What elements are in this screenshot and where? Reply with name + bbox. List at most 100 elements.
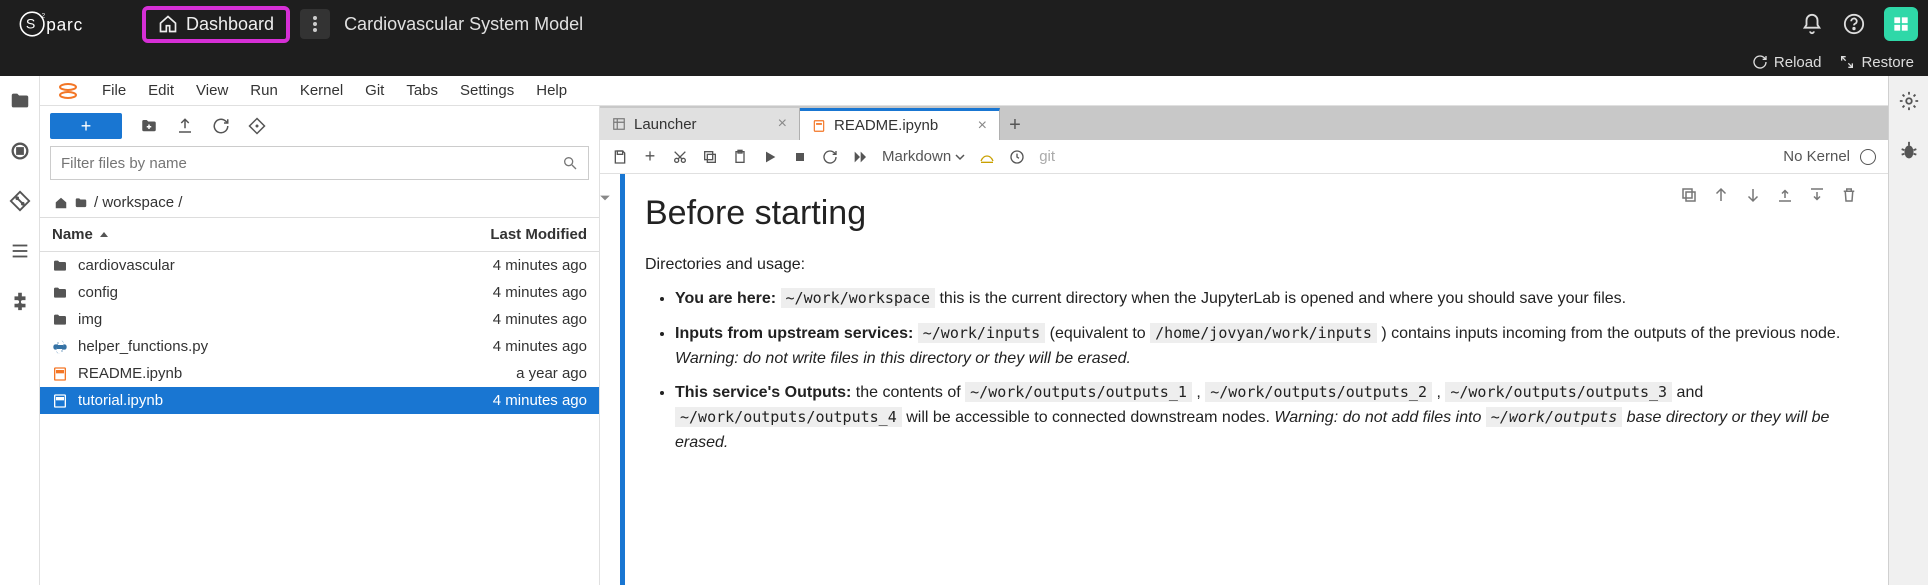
insert-above-icon[interactable]: [1776, 186, 1794, 204]
menu-git[interactable]: Git: [365, 82, 384, 99]
git-icon[interactable]: [9, 190, 31, 212]
reload-label: Reload: [1774, 54, 1822, 71]
launcher-icon: [612, 117, 626, 131]
running-icon[interactable]: [9, 140, 31, 162]
file-row[interactable]: helper_functions.py 4 minutes ago: [40, 333, 599, 360]
celltype-select[interactable]: Markdown: [882, 148, 965, 165]
file-row[interactable]: README.ipynba year ago: [40, 360, 599, 387]
col-name[interactable]: Name: [52, 226, 93, 243]
file-row[interactable]: config 4 minutes ago: [40, 279, 599, 306]
extension-icon[interactable]: [9, 290, 31, 312]
jupyter-icon: [56, 79, 80, 103]
user-avatar[interactable]: [1884, 7, 1918, 41]
reload-icon: [1752, 54, 1768, 70]
kernel-name[interactable]: No Kernel: [1783, 148, 1850, 165]
menu-edit[interactable]: Edit: [148, 82, 174, 99]
git-label[interactable]: git: [1039, 148, 1055, 165]
tab-launcher-label: Launcher: [634, 116, 697, 133]
file-row[interactable]: cardiovascular 4 minutes ago: [40, 252, 599, 279]
cell-toolbar: [1680, 186, 1858, 204]
collapse-heading-button[interactable]: [600, 192, 611, 204]
add-cell-button[interactable]: +: [642, 149, 658, 165]
menu-tabs[interactable]: Tabs: [406, 82, 438, 99]
file-modified: 4 minutes ago: [427, 284, 587, 301]
menu-settings[interactable]: Settings: [460, 82, 514, 99]
celltype-label: Markdown: [882, 148, 951, 165]
dashboard-button[interactable]: Dashboard: [142, 6, 290, 43]
new-folder-icon[interactable]: [140, 117, 158, 135]
col-modified[interactable]: Last Modified: [427, 226, 587, 243]
file-browser: + / workspace / Name: [40, 106, 600, 585]
list-item: You are here: ~/work/workspace this is t…: [675, 287, 1858, 312]
file-row[interactable]: img4 minutes ago: [40, 306, 599, 333]
jupyterlab: File Edit View Run Kernel Git Tabs Setti…: [0, 76, 1928, 585]
delete-cell-icon[interactable]: [1840, 186, 1858, 204]
reload-button[interactable]: Reload: [1752, 54, 1822, 71]
run-icon[interactable]: [762, 149, 778, 165]
cut-icon[interactable]: [672, 149, 688, 165]
svg-text:S: S: [26, 16, 35, 32]
restart-icon[interactable]: [822, 149, 838, 165]
file-modified: 4 minutes ago: [427, 392, 587, 409]
insert-below-icon[interactable]: [1808, 186, 1826, 204]
file-name: README.ipynb: [78, 365, 182, 382]
file-filter-input[interactable]: [61, 155, 554, 172]
git-stash-icon[interactable]: [248, 117, 266, 135]
save-icon[interactable]: [612, 149, 628, 165]
project-title: Cardiovascular System Model: [344, 14, 583, 35]
file-row[interactable]: tutorial.ipynb4 minutes ago: [40, 387, 599, 414]
new-launcher-button[interactable]: +: [50, 113, 122, 139]
file-name: config: [78, 284, 118, 301]
file-name: cardiovascular: [78, 257, 175, 274]
folder-icon[interactable]: [9, 90, 31, 112]
file-modified: 4 minutes ago: [427, 338, 587, 355]
list-item: This service's Outputs: the contents of …: [675, 381, 1858, 455]
dots-vertical-icon: [312, 15, 318, 33]
menu-kernel[interactable]: Kernel: [300, 82, 343, 99]
folder-small-icon: [74, 196, 88, 210]
movedown-icon[interactable]: [1744, 186, 1762, 204]
file-modified: 4 minutes ago: [427, 257, 587, 274]
notebook-area: Launcher × README.ipynb × +: [600, 106, 1888, 585]
sort-asc-icon: [99, 230, 109, 240]
menu-view[interactable]: View: [196, 82, 228, 99]
run-all-icon[interactable]: [852, 149, 868, 165]
breadcrumb[interactable]: / workspace /: [40, 188, 599, 217]
menu-file[interactable]: File: [102, 82, 126, 99]
notebook-toolbar: + Markdown git No Ker: [600, 140, 1888, 174]
moveup-icon[interactable]: [1712, 186, 1730, 204]
menu-bar: File Edit View Run Kernel Git Tabs Setti…: [40, 76, 1888, 106]
help-button[interactable]: [1842, 12, 1866, 36]
toc-icon[interactable]: [9, 240, 31, 262]
kernel-status-icon[interactable]: [1860, 149, 1876, 165]
caret-down-icon: [600, 192, 611, 204]
restore-button[interactable]: Restore: [1839, 54, 1914, 71]
search-icon: [562, 155, 578, 171]
duplicate-icon[interactable]: [1680, 186, 1698, 204]
render-icon[interactable]: [979, 149, 995, 165]
file-filter[interactable]: [50, 146, 589, 180]
paste-icon[interactable]: [732, 149, 748, 165]
stop-icon[interactable]: [792, 149, 808, 165]
svg-text:2: 2: [42, 13, 46, 20]
close-tab-button[interactable]: ×: [778, 115, 787, 133]
property-inspector-icon[interactable]: [1898, 90, 1920, 112]
file-name: helper_functions.py: [78, 338, 208, 355]
notebook-content: Before starting Directories and usage: Y…: [600, 174, 1888, 585]
tab-launcher[interactable]: Launcher ×: [600, 108, 800, 140]
new-tab-button[interactable]: +: [1000, 110, 1030, 140]
menu-help[interactable]: Help: [536, 82, 567, 99]
tab-readme[interactable]: README.ipynb ×: [800, 108, 1000, 140]
notifications-button[interactable]: [1800, 12, 1824, 36]
refresh-icon[interactable]: [212, 117, 230, 135]
clock-icon[interactable]: [1009, 149, 1025, 165]
debugger-icon[interactable]: [1898, 140, 1920, 162]
iframe-sub-header: Reload Restore: [0, 48, 1928, 76]
copy-icon[interactable]: [702, 149, 718, 165]
home-icon: [158, 14, 178, 34]
project-menu-button[interactable]: [300, 9, 330, 39]
close-tab-button[interactable]: ×: [978, 117, 987, 135]
menu-run[interactable]: Run: [250, 82, 278, 99]
upload-icon[interactable]: [176, 117, 194, 135]
markdown-cell[interactable]: Before starting Directories and usage: Y…: [620, 174, 1888, 585]
